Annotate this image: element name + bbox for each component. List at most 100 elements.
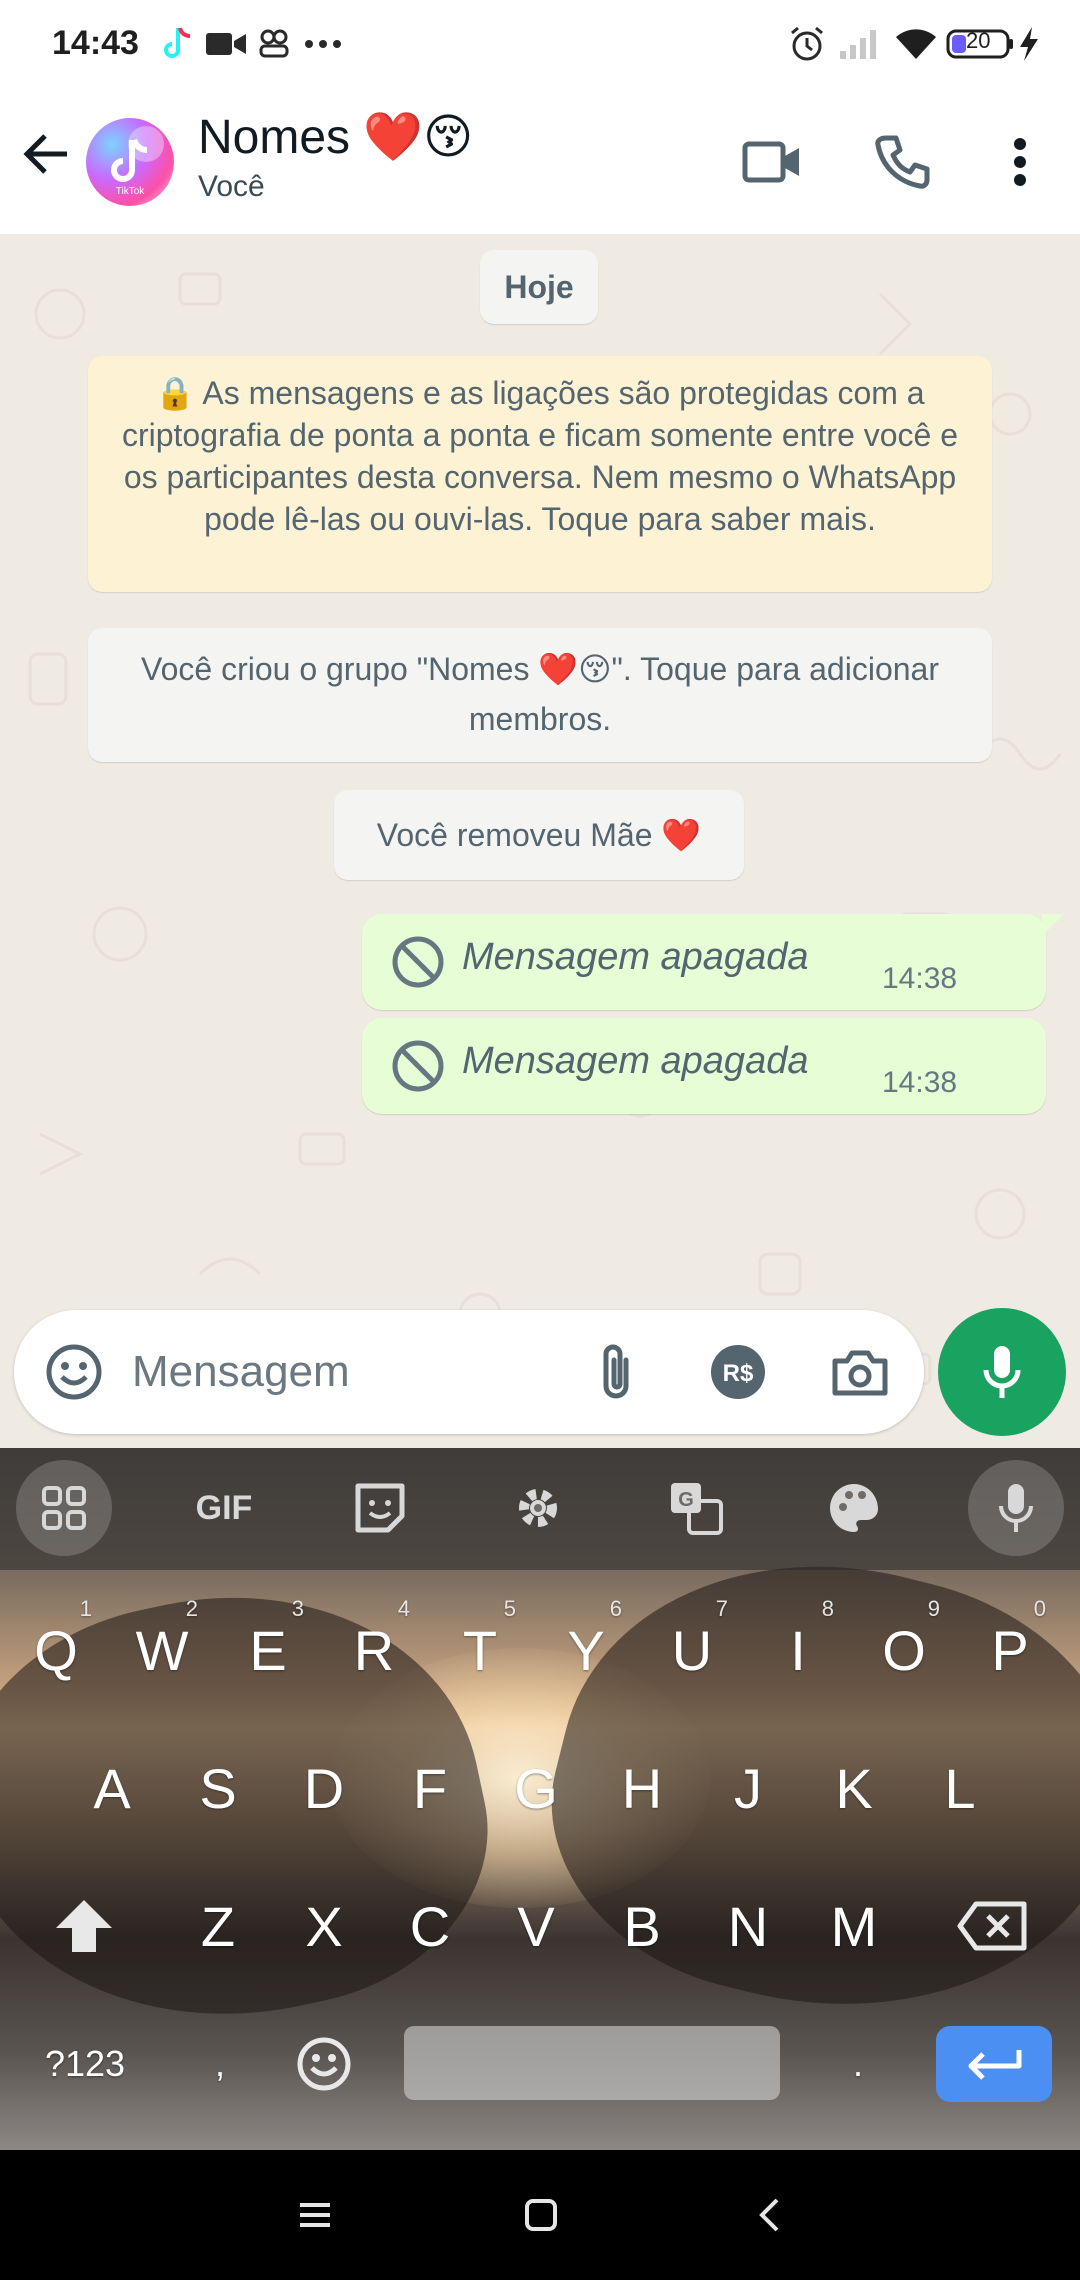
key-m[interactable]: M (804, 1866, 904, 1986)
chat-area[interactable]: Hoje 🔒 As mensagens e as ligações são pr… (0, 234, 1080, 1448)
keyboard: GIF G Q1 W2 E3 R4 T5 Y6 U7 I8 O9 P0 A S … (0, 1448, 1080, 2150)
battery-icon: 20 (946, 22, 1016, 66)
key-r[interactable]: R4 (324, 1590, 424, 1710)
key-u[interactable]: U7 (642, 1590, 742, 1710)
video-call-button[interactable] (732, 122, 812, 202)
key-w[interactable]: W2 (112, 1590, 212, 1710)
key-q[interactable]: Q1 (6, 1590, 106, 1710)
system-message-member-removed: Você removeu Mãe ❤️ (334, 790, 744, 880)
key-t[interactable]: T5 (430, 1590, 530, 1710)
message-time: 14:38 (882, 962, 958, 995)
key-c[interactable]: C (380, 1866, 480, 1986)
backspace-key[interactable] (942, 1866, 1042, 1986)
camera-button[interactable] (826, 1338, 894, 1406)
microphone-icon (999, 1484, 1033, 1532)
keyboard-settings-button[interactable] (490, 1460, 586, 1556)
key-x[interactable]: X (274, 1866, 374, 1986)
attach-button[interactable] (582, 1338, 650, 1406)
message-input[interactable] (132, 1340, 572, 1404)
message-bubble-outgoing[interactable]: Mensagem apagada 14:38 (362, 914, 1064, 1010)
encryption-notice[interactable]: 🔒 As mensagens e as ligações são protegi… (88, 356, 992, 592)
tiktok-logo-icon: TikTok (111, 126, 164, 197)
smiley-icon (297, 2037, 351, 2091)
key-a[interactable]: A (62, 1728, 162, 1848)
emoji-button[interactable] (40, 1338, 108, 1406)
apps-grid-button[interactable] (16, 1460, 112, 1556)
chat-title[interactable]: Nomes ❤️😚 (198, 108, 473, 165)
payment-label: R$ (723, 1360, 754, 1387)
alarm-icon (788, 22, 826, 66)
key-d[interactable]: D (274, 1728, 374, 1848)
key-h[interactable]: H (592, 1728, 692, 1848)
payment-icon: R$ (711, 1345, 765, 1399)
chat-subtitle: Você (198, 170, 265, 203)
palette-icon (830, 1484, 878, 1532)
status-time: 14:43 (52, 24, 139, 62)
emoji-key[interactable] (274, 2004, 374, 2124)
key-s[interactable]: S (168, 1728, 268, 1848)
video-camera-icon (742, 141, 799, 183)
key-f[interactable]: F (380, 1728, 480, 1848)
svg-text:G: G (678, 1489, 694, 1511)
group-avatar[interactable]: TikTok (86, 118, 174, 206)
key-o[interactable]: O9 (854, 1590, 954, 1710)
chevron-left-icon (759, 2198, 779, 2232)
home-square-icon (525, 2199, 557, 2231)
tiktok-icon (158, 22, 194, 66)
enter-key[interactable] (936, 2026, 1052, 2102)
system-navigation-bar (0, 2150, 1080, 2280)
status-bar: 14:43 20 (0, 0, 1080, 90)
message-text: Mensagem apagada (462, 936, 809, 978)
translate-button[interactable]: G (648, 1460, 744, 1556)
key-n[interactable]: N (698, 1866, 798, 1986)
chat-header: TikTok Nomes ❤️😚 Você (0, 90, 1080, 234)
key-b[interactable]: B (592, 1866, 692, 1986)
comma-key[interactable]: , (170, 2004, 270, 2124)
key-y[interactable]: Y6 (536, 1590, 636, 1710)
avatar-label: TikTok (116, 186, 146, 197)
key-g[interactable]: G (486, 1728, 586, 1848)
system-back-button[interactable] (734, 2180, 804, 2250)
shift-key[interactable] (34, 1866, 134, 1986)
enter-arrow-icon (968, 2050, 1022, 2080)
key-e[interactable]: E3 (218, 1590, 318, 1710)
voice-message-button[interactable] (938, 1308, 1066, 1436)
message-bubble-outgoing[interactable]: Mensagem apagada 14:38 (362, 1018, 1046, 1114)
key-z[interactable]: Z (168, 1866, 268, 1986)
space-key[interactable] (404, 2026, 780, 2100)
menu-lines-icon (300, 2203, 330, 2227)
period-key[interactable]: . (808, 2004, 908, 2124)
theme-button[interactable] (806, 1460, 902, 1556)
recents-button[interactable] (280, 2180, 350, 2250)
keyboard-toolbar: GIF G (0, 1448, 1080, 1570)
message-composer: R$ (14, 1310, 924, 1434)
key-p[interactable]: P0 (960, 1590, 1060, 1710)
wifi-icon (894, 22, 938, 66)
sticker-button[interactable] (332, 1460, 428, 1556)
keyboard-voice-button[interactable] (968, 1460, 1064, 1556)
people-icon (258, 22, 290, 66)
back-button[interactable] (14, 122, 78, 186)
menu-button[interactable] (980, 122, 1060, 202)
key-j[interactable]: J (698, 1728, 798, 1848)
deleted-message-icon (392, 1040, 444, 1092)
phone-icon (875, 135, 930, 189)
message-time: 14:38 (882, 1066, 958, 1099)
gif-button[interactable]: GIF (176, 1460, 272, 1556)
backspace-icon (957, 1901, 1027, 1951)
symbols-key[interactable]: ?123 (30, 2004, 140, 2124)
deleted-message-icon (392, 936, 444, 988)
key-k[interactable]: K (804, 1728, 904, 1848)
voice-call-button[interactable] (862, 122, 942, 202)
sticker-icon (355, 1483, 405, 1533)
payment-button[interactable]: R$ (704, 1338, 772, 1406)
system-message-group-created[interactable]: Você criou o grupo "Nomes ❤️😚". Toque pa… (88, 628, 992, 762)
key-l[interactable]: L (910, 1728, 1010, 1848)
home-button[interactable] (506, 2180, 576, 2250)
smiley-icon (46, 1344, 102, 1400)
signal-icon (838, 22, 880, 66)
paperclip-icon (603, 1344, 629, 1399)
key-i[interactable]: I8 (748, 1590, 848, 1710)
camera-icon (832, 1350, 888, 1396)
key-v[interactable]: V (486, 1866, 586, 1986)
